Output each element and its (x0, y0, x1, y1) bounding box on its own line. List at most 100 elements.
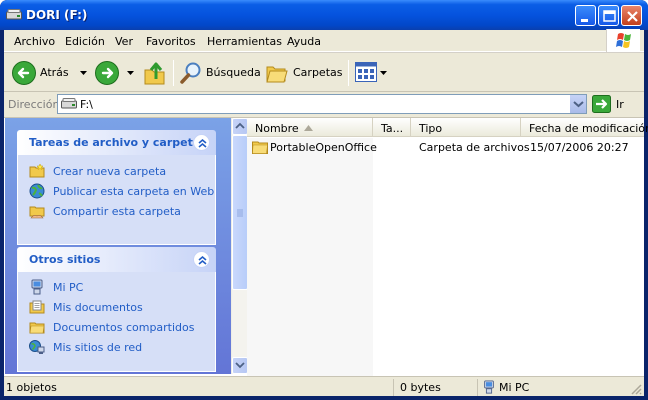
go-button[interactable]: Ir (592, 95, 640, 115)
status-location: Mi PC (499, 381, 530, 394)
column-type-label: Tipo (419, 122, 443, 135)
sort-ascending-icon (304, 125, 313, 131)
task-pane: Tareas de archivo y carpeta Crear nueva … (5, 118, 231, 374)
column-headers: Nombre Ta... Tipo Fecha de modificación (247, 118, 648, 137)
menu-herramientas[interactable]: Herramientas (207, 35, 282, 48)
search-label: Búsqueda (206, 66, 261, 79)
menu-favoritos[interactable]: Favoritos (146, 35, 196, 48)
chevron-up-icon (198, 255, 207, 265)
maximize-button[interactable] (598, 5, 619, 26)
place-shared-documents[interactable]: Documentos compartidos (29, 319, 214, 337)
grip-icon (237, 209, 243, 217)
folder-icon (252, 141, 268, 154)
file-row[interactable]: PortableOpenOffice Carpeta de archivos 1… (247, 139, 644, 156)
chevron-down-icon (127, 71, 134, 75)
chevron-down-icon (235, 362, 245, 369)
file-type: Carpeta de archivos (419, 141, 530, 154)
task-pane-scrollbar[interactable] (231, 118, 248, 374)
column-modified-label: Fecha de modificación (529, 122, 648, 135)
menu-bar: Archivo Edición Ver Favoritos Herramient… (4, 29, 644, 53)
column-size[interactable]: Ta... (373, 118, 411, 137)
file-tasks-body: Crear nueva carpeta Publicar esta carpet… (17, 155, 216, 245)
menu-archivo[interactable]: Archivo (14, 35, 55, 48)
other-places-header[interactable]: Otros sitios (17, 247, 216, 272)
file-tasks-header[interactable]: Tareas de archivo y carpeta (17, 130, 216, 155)
task-new-folder-label: Crear nueva carpeta (53, 165, 167, 178)
new-folder-icon (29, 163, 45, 178)
back-button[interactable]: Atrás (8, 58, 87, 88)
address-dropdown-button[interactable] (569, 95, 586, 113)
status-count: 1 objetos (6, 381, 57, 394)
views-button[interactable] (353, 58, 389, 88)
status-bar: 1 objetos 0 bytes Mi PC (4, 376, 644, 396)
search-icon (180, 62, 201, 84)
up-folder-button[interactable] (142, 58, 168, 88)
other-places-body: Mi PC Mis documentos Documentos comparti… (17, 272, 216, 372)
folders-icon (266, 66, 288, 83)
shared-folder-icon (29, 206, 45, 219)
drive-icon (61, 98, 77, 109)
toolbar-separator (173, 60, 174, 86)
close-button[interactable] (621, 5, 642, 26)
column-size-label: Ta... (381, 122, 404, 135)
documents-icon (29, 300, 45, 314)
globe-icon (29, 183, 45, 199)
task-publish-web-label: Publicar esta carpeta en Web (53, 185, 215, 198)
menu-ver[interactable]: Ver (115, 35, 133, 48)
folder-icon (29, 322, 45, 334)
views-icon (355, 62, 377, 82)
computer-icon (31, 279, 43, 295)
back-label: Atrás (40, 66, 69, 79)
column-modified[interactable]: Fecha de modificación (521, 118, 648, 137)
file-name: PortableOpenOffice (270, 141, 377, 154)
place-my-pc-label: Mi PC (53, 281, 84, 294)
status-size-section: 0 bytes (394, 379, 478, 396)
content-area: Tareas de archivo y carpeta Crear nueva … (4, 118, 648, 376)
file-list: Nombre Ta... Tipo Fecha de modificación (247, 118, 648, 376)
computer-icon (484, 380, 494, 394)
go-arrow-icon (592, 95, 611, 113)
place-shared-documents-label: Documentos compartidos (53, 321, 195, 334)
forward-arrow-icon (95, 61, 119, 85)
back-arrow-icon (12, 61, 36, 85)
search-button[interactable]: Búsqueda (177, 58, 261, 88)
explorer-window: DORI (F:) Archivo Edición Ver Favoritos … (0, 0, 648, 400)
column-name-label: Nombre (255, 122, 299, 135)
place-network-label: Mis sitios de red (53, 341, 143, 354)
place-my-pc[interactable]: Mi PC (29, 279, 214, 297)
collapse-button[interactable] (193, 134, 210, 151)
forward-button[interactable] (92, 58, 134, 88)
window-title: DORI (F:) (26, 8, 88, 22)
address-input[interactable]: F:\ (57, 94, 587, 114)
status-location-section: Mi PC (478, 379, 644, 396)
column-type[interactable]: Tipo (411, 118, 521, 137)
address-value: F:\ (80, 98, 93, 111)
task-new-folder[interactable]: Crear nueva carpeta (29, 163, 214, 181)
title-bar[interactable]: DORI (F:) (0, 0, 648, 30)
task-share-folder[interactable]: Compartir esta carpeta (29, 203, 214, 221)
folders-button[interactable]: Carpetas (263, 58, 343, 88)
collapse-button[interactable] (193, 251, 210, 268)
windows-logo-icon (606, 29, 640, 53)
scroll-up-button[interactable] (232, 118, 248, 135)
menu-edicion[interactable]: Edición (65, 35, 105, 48)
place-my-documents-label: Mis documentos (53, 301, 143, 314)
column-name[interactable]: Nombre (247, 118, 373, 137)
scroll-down-button[interactable] (232, 357, 248, 374)
chevron-up-icon (198, 138, 207, 148)
task-share-folder-label: Compartir esta carpeta (53, 205, 181, 218)
minimize-icon (581, 19, 588, 22)
drive-icon (6, 9, 22, 20)
address-label: Dirección (8, 98, 60, 111)
other-places-title: Otros sitios (29, 253, 101, 266)
close-icon (627, 11, 638, 22)
address-bar: Dirección F:\ Ir (4, 92, 644, 118)
resize-grip-icon[interactable] (630, 383, 642, 395)
place-my-documents[interactable]: Mis documentos (29, 299, 214, 317)
chevron-down-icon (80, 71, 87, 75)
menu-ayuda[interactable]: Ayuda (287, 35, 321, 48)
task-publish-web[interactable]: Publicar esta carpeta en Web (29, 183, 214, 201)
minimize-button[interactable] (575, 5, 596, 26)
scroll-thumb[interactable] (232, 135, 248, 290)
place-network[interactable]: Mis sitios de red (29, 339, 214, 357)
